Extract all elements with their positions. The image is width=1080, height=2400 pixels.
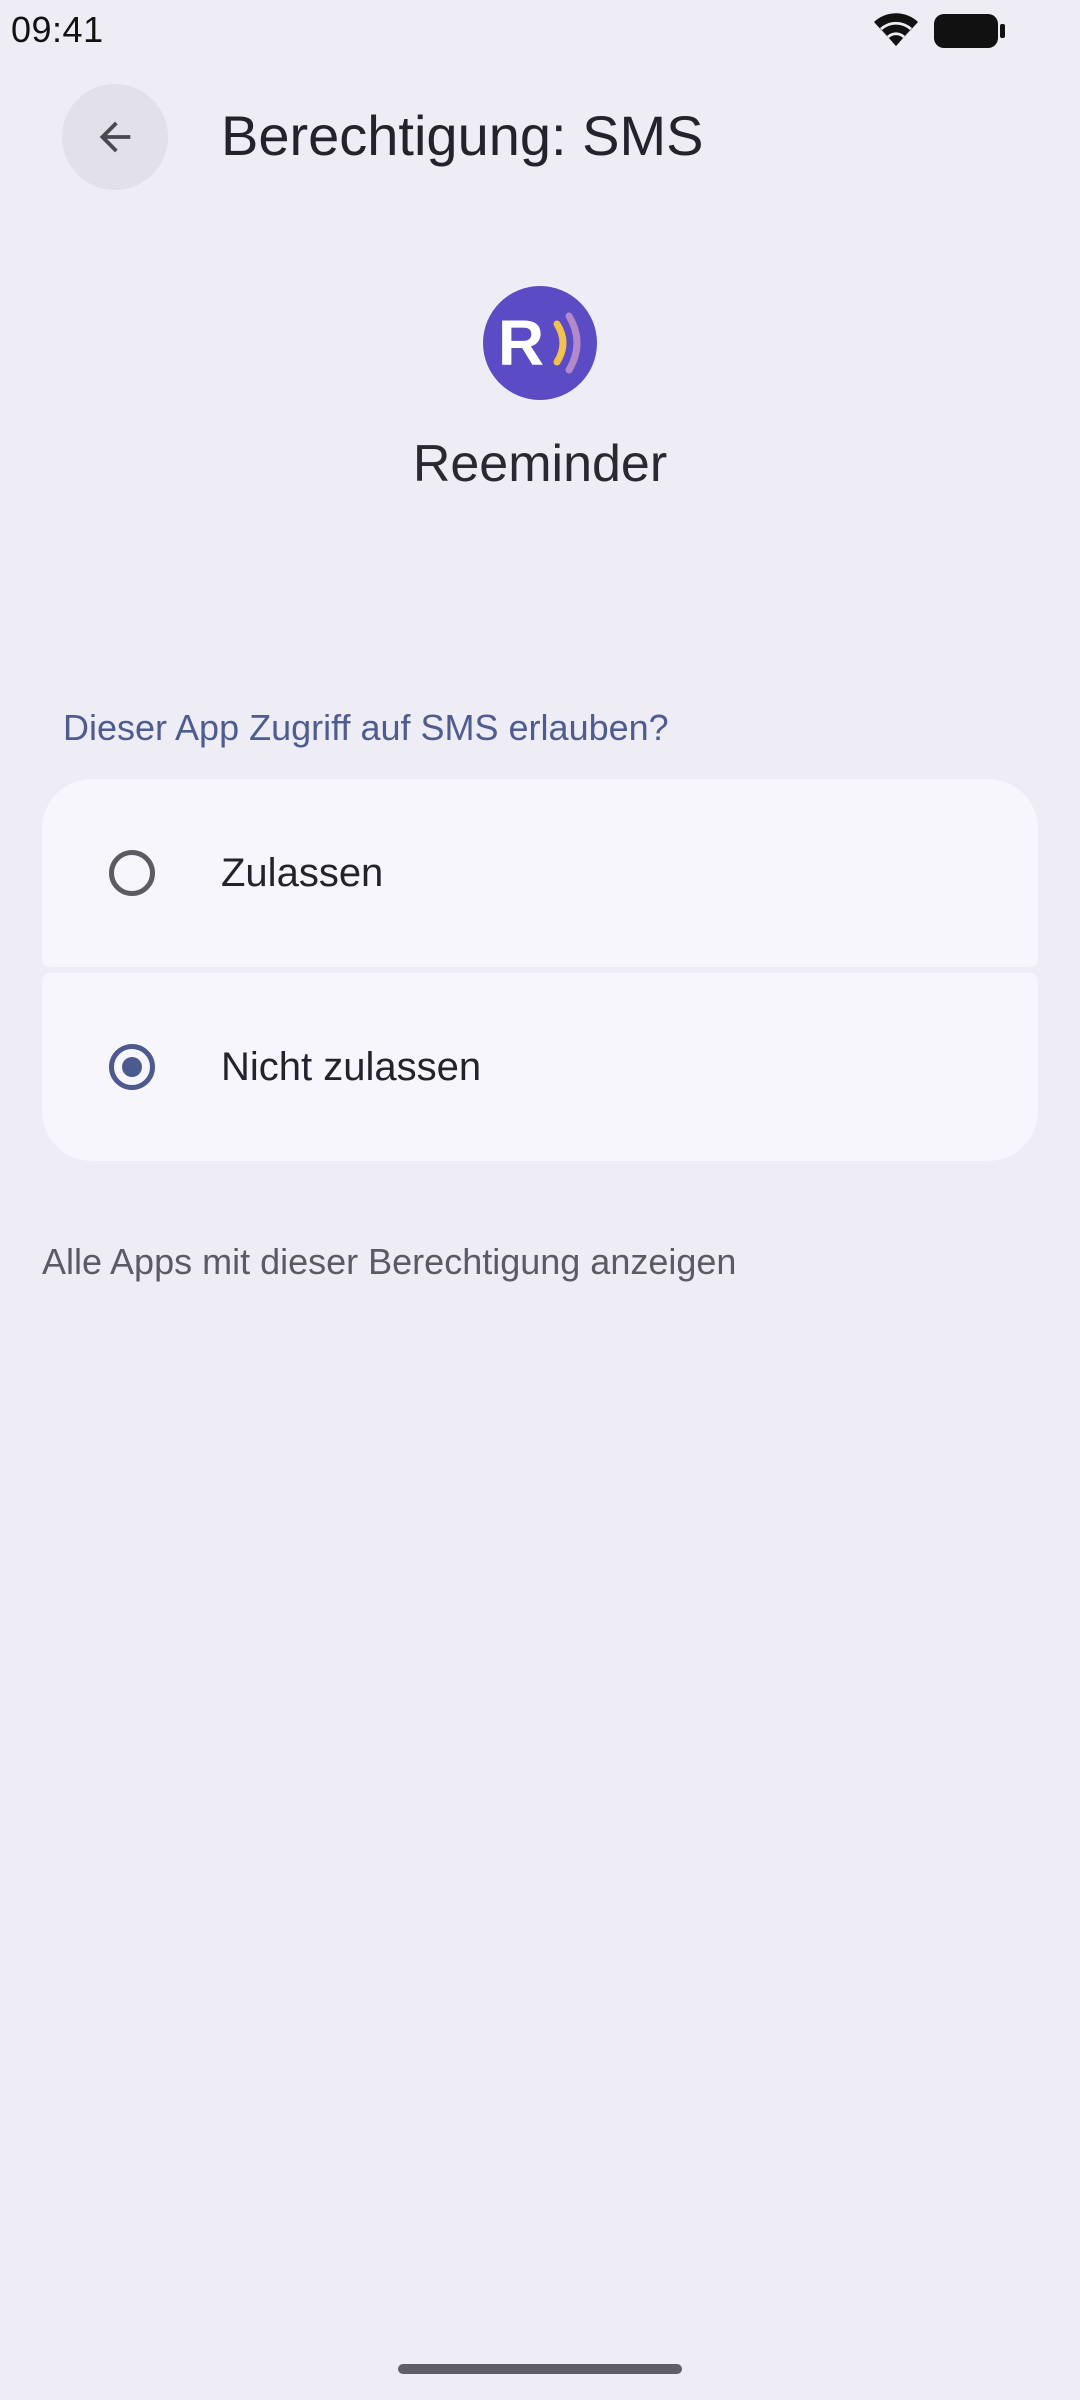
radio-selected-dot	[122, 1057, 142, 1077]
status-time: 09:41	[11, 9, 104, 50]
app-icon-letter: R	[498, 307, 544, 379]
battery-icon	[934, 14, 1005, 48]
option-deny-label: Nicht zulassen	[221, 1045, 482, 1089]
radio-deny[interactable]	[109, 1044, 155, 1090]
back-button[interactable]	[62, 84, 168, 190]
home-indicator[interactable]	[398, 2364, 682, 2374]
option-allow-label: Zulassen	[221, 851, 384, 895]
reeminder-app-icon: R	[483, 286, 597, 400]
all-apps-link[interactable]: Alle Apps mit dieser Berechtigung anzeig…	[42, 1240, 736, 1284]
status-bar: 09:41	[0, 0, 1080, 60]
radio-allow[interactable]	[109, 850, 155, 896]
option-deny[interactable]: Nicht zulassen	[42, 973, 1038, 1161]
arrow-left-icon	[99, 121, 131, 153]
option-allow[interactable]: Zulassen	[42, 779, 1038, 967]
app-name: Reeminder	[412, 435, 668, 493]
page-title: Berechtigung: SMS	[221, 104, 704, 167]
wifi-icon	[874, 13, 918, 46]
permission-question: Dieser App Zugriff auf SMS erlauben?	[63, 707, 669, 748]
